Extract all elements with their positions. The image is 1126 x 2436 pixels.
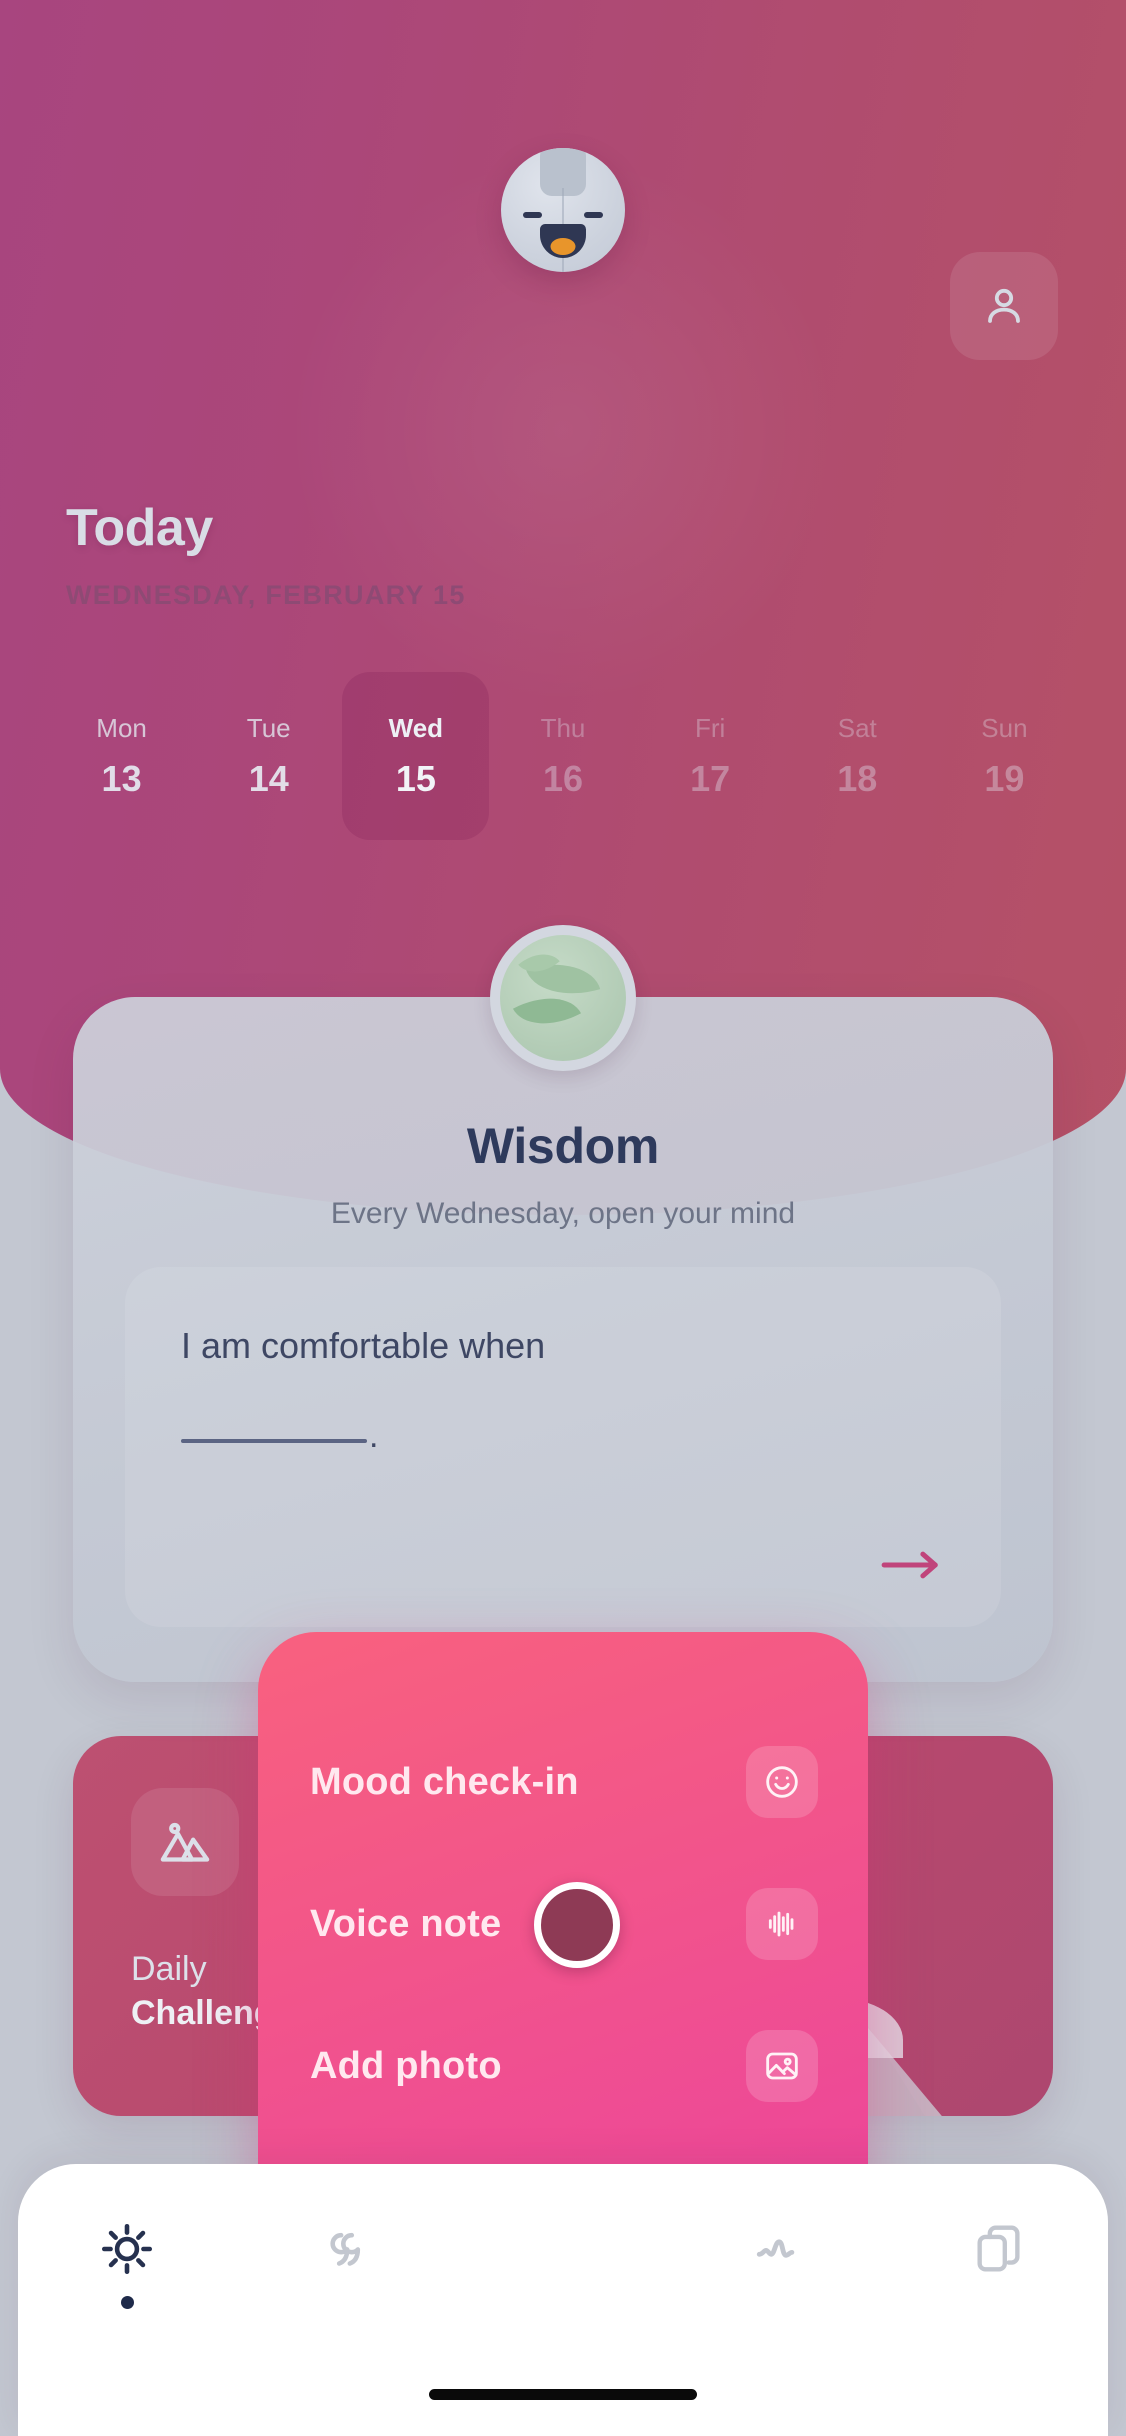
day-number: 19 <box>984 757 1025 799</box>
image-icon <box>766 2052 798 2080</box>
mascot-tongue <box>550 238 576 255</box>
close-action-menu-button[interactable] <box>338 2268 390 2320</box>
app-screen: Today WEDNESDAY, FEBRUARY 15 Mon 13 Tue … <box>0 0 1126 2436</box>
blank-underline <box>181 1438 367 1443</box>
blank-period: . <box>369 1417 379 1455</box>
person-icon <box>988 288 1020 323</box>
day-cell-fri[interactable]: Fri 17 <box>637 672 784 840</box>
action-label: Mood check-in <box>310 1760 579 1803</box>
cards-stack-icon <box>977 2225 1020 2272</box>
day-name: Thu <box>540 712 586 743</box>
leaf-icon <box>500 935 626 1061</box>
day-cell-tue[interactable]: Tue 14 <box>195 672 342 840</box>
mascot-eye-left <box>523 212 542 218</box>
wisdom-subtitle: Every Wednesday, open your mind <box>330 1197 796 1230</box>
page-date: WEDNESDAY, FEBRUARY 15 <box>66 580 466 610</box>
day-number: 14 <box>248 757 289 799</box>
nav-item-mood[interactable] <box>672 2212 890 2278</box>
action-item-mood-check-in[interactable]: Mood check-in <box>258 1726 868 1838</box>
day-number: 15 <box>395 757 436 799</box>
day-name: Sun <box>981 712 1028 743</box>
action-item-add-photo[interactable]: Add photo <box>258 2010 868 2122</box>
nav-active-dot <box>120 2296 134 2309</box>
wisdom-card[interactable]: Wisdom Every Wednesday, open your mind I… <box>73 925 1053 1682</box>
day-cell-mon[interactable]: Mon 13 <box>48 672 195 840</box>
mascot-eye-right <box>584 212 603 218</box>
day-name: Sat <box>837 712 877 743</box>
mascot-avatar[interactable] <box>501 148 625 272</box>
day-number: 17 <box>690 757 731 799</box>
action-label: Add photo <box>310 2044 502 2087</box>
day-name: Fri <box>694 712 726 743</box>
profile-button[interactable] <box>950 252 1058 360</box>
challenge-icon-badge <box>131 1788 239 1896</box>
image-mountain-icon <box>160 1822 210 1862</box>
nav-items <box>18 2212 1108 2332</box>
day-number: 16 <box>542 757 584 799</box>
wisdom-badge <box>490 925 636 1071</box>
day-cell-wed-selected[interactable]: Wed 15 <box>342 672 490 840</box>
audio-waveform-icon <box>768 1911 794 1937</box>
day-number: 18 <box>837 757 878 799</box>
bottom-navigation-bar <box>18 2164 1108 2436</box>
smiley-icon <box>766 1766 798 1798</box>
day-number: 13 <box>101 757 142 799</box>
page-title: Today <box>66 499 213 557</box>
wisdom-prompt-box[interactable]: I am comfortable when . <box>125 1267 1001 1627</box>
wisdom-title: Wisdom <box>466 1118 660 1174</box>
wisdom-prompt-blank[interactable]: . <box>181 1417 379 1455</box>
action-icon-button[interactable] <box>746 2030 818 2102</box>
action-icon-button[interactable] <box>746 1746 818 1818</box>
day-name: Wed <box>388 712 444 743</box>
day-name: Tue <box>246 712 291 743</box>
day-cell-sat[interactable]: Sat 18 <box>784 672 931 840</box>
day-name: Mon <box>96 712 147 743</box>
day-cell-thu[interactable]: Thu 16 <box>489 672 636 840</box>
nav-item-cards[interactable] <box>890 2212 1108 2278</box>
nav-item-today[interactable] <box>18 2212 236 2309</box>
close-x-icon <box>350 2280 378 2308</box>
mascot-mouth <box>540 224 586 258</box>
arrow-right-icon <box>881 1551 938 1579</box>
action-label: Voice note <box>310 1902 502 1945</box>
challenge-label-line1: Daily <box>131 1950 207 1988</box>
wave-icon <box>756 2239 795 2258</box>
wisdom-submit-button[interactable] <box>875 1541 949 1589</box>
sun-icon <box>101 2223 153 2275</box>
day-strip: Mon 13 Tue 14 Wed 15 Thu 16 Fri 17 Sat 1… <box>48 672 1078 840</box>
day-cell-sun[interactable]: Sun 19 <box>931 672 1078 840</box>
home-indicator <box>429 2389 697 2400</box>
wisdom-prompt-text: I am comfortable when <box>181 1325 546 1366</box>
cursor-indicator <box>534 1882 620 1968</box>
action-icon-button[interactable] <box>746 1888 818 1960</box>
